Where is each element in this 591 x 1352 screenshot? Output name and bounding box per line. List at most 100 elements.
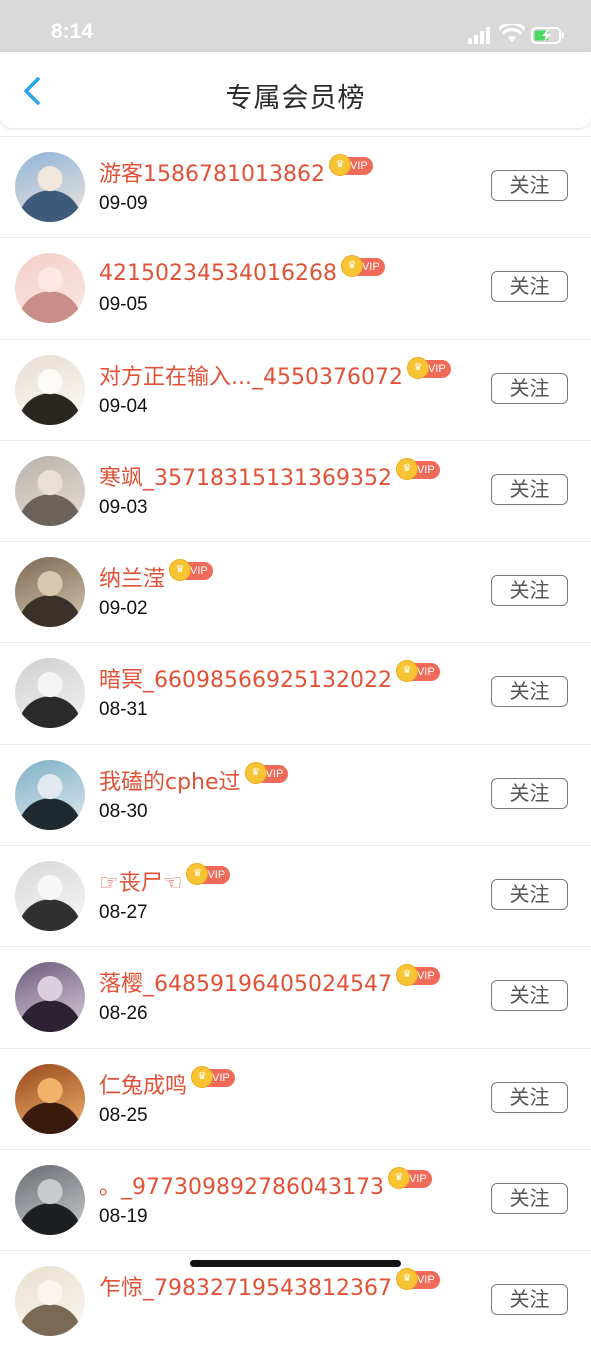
member-date: 08-26: [99, 1003, 148, 1025]
vip-label: VIP: [349, 160, 368, 172]
vip-label: VIP: [427, 362, 446, 375]
member-date: 09-09: [99, 193, 148, 214]
avatar[interactable]: [15, 1266, 85, 1337]
member-date: 09-03: [99, 496, 148, 518]
follow-button[interactable]: 关注: [491, 777, 568, 809]
member-name[interactable]: 仁兔成鸣: [99, 1068, 187, 1100]
crown-icon: ♛: [328, 154, 351, 176]
member-name-line: 42150234534016268 ♛ VIP: [99, 255, 385, 288]
follow-button[interactable]: 关注: [491, 980, 568, 1012]
follow-button[interactable]: 关注: [491, 372, 568, 404]
member-name-line: 我磕的cphe过 ♛ VIP: [99, 761, 289, 796]
member-name[interactable]: 寒飒_35718315131369352: [99, 460, 392, 492]
crown-icon: ♛: [395, 964, 418, 987]
follow-button[interactable]: 关注: [491, 676, 568, 708]
follow-button[interactable]: 关注: [491, 473, 568, 505]
vip-badge: ♛ VIP: [328, 154, 373, 176]
member-list: 游客1586781013862 ♛ VIP 09-09 关注 42150234534016…: [0, 136, 591, 1352]
list-item[interactable]: 游客1586781013862 ♛ VIP 09-09 关注: [0, 136, 591, 237]
avatar[interactable]: [15, 1164, 85, 1235]
follow-button[interactable]: 关注: [491, 1081, 568, 1113]
list-item[interactable]: 我磕的cphe过 ♛ VIP 08-30 关注: [0, 743, 591, 845]
member-name-line: 。_977309892786043173 ♛ VIP: [99, 1166, 432, 1201]
member-date: 08-19: [99, 1205, 148, 1227]
vip-label: VIP: [408, 1172, 427, 1185]
home-indicator: [190, 1260, 401, 1267]
member-name[interactable]: 我磕的cphe过: [99, 764, 241, 796]
member-name-line: 游客1586781013862 ♛ VIP: [99, 154, 373, 188]
wifi-icon: [499, 24, 525, 42]
status-bar: 8:14: [0, 0, 591, 52]
member-name[interactable]: 落樱_64859196405024547: [99, 966, 392, 998]
follow-button[interactable]: 关注: [491, 170, 568, 201]
vip-badge: ♛ VIP: [395, 1268, 440, 1291]
vip-badge: ♛ VIP: [387, 1166, 432, 1189]
list-item[interactable]: ☞丧尸☜ ♛ VIP 08-27 关注: [0, 845, 591, 946]
page-title: 专属会员榜: [225, 83, 366, 114]
follow-button[interactable]: 关注: [491, 1182, 568, 1214]
avatar[interactable]: [15, 557, 85, 628]
vip-label: VIP: [265, 767, 284, 780]
list-item[interactable]: 落樱_64859196405024547 ♛ VIP 08-26 关注: [0, 946, 591, 1047]
list-item[interactable]: 寒飒_35718315131369352 ♛ VIP 09-03 关注: [0, 439, 591, 541]
list-item[interactable]: 仁兔成鸣 ♛ VIP 08-25 关注: [0, 1047, 591, 1149]
list-item[interactable]: 对方正在输入..._4550376072 ♛ VIP 09-04 关注: [0, 338, 591, 440]
vip-badge: ♛ VIP: [406, 356, 451, 379]
follow-button[interactable]: 关注: [491, 575, 568, 607]
member-name-line: 仁兔成鸣 ♛ VIP: [99, 1065, 235, 1100]
avatar[interactable]: [15, 962, 85, 1033]
vip-label: VIP: [212, 1071, 230, 1084]
crown-icon: ♛: [395, 660, 418, 683]
member-name-line: 落樱_64859196405024547 ♛ VIP: [99, 964, 440, 998]
member-name[interactable]: 42150234534016268: [99, 261, 337, 286]
vip-badge: ♛ VIP: [395, 457, 440, 480]
avatar[interactable]: [15, 1063, 85, 1134]
member-date: 09-05: [99, 294, 148, 316]
crown-icon: ♛: [169, 559, 192, 582]
follow-button[interactable]: 关注: [491, 1284, 568, 1316]
member-name-line: 寒飒_35718315131369352 ♛ VIP: [99, 457, 440, 492]
member-name[interactable]: 对方正在输入..._4550376072: [99, 359, 403, 391]
list-item[interactable]: 。_977309892786043173 ♛ VIP 08-19 关注: [0, 1148, 591, 1250]
avatar[interactable]: [15, 455, 85, 526]
crown-icon: ♛: [340, 255, 363, 278]
member-date: 09-02: [99, 598, 148, 620]
member-name[interactable]: 游客1586781013862: [99, 156, 325, 188]
member-name-line: 对方正在输入..._4550376072 ♛ VIP: [99, 356, 451, 391]
avatar[interactable]: [15, 759, 85, 830]
avatar[interactable]: [15, 658, 85, 729]
list-item[interactable]: 纳兰滢 ♛ VIP 09-02 关注: [0, 541, 591, 642]
crown-icon: ♛: [406, 356, 429, 379]
vip-badge: ♛ VIP: [169, 559, 213, 582]
avatar[interactable]: [15, 861, 85, 932]
member-name-line: 乍惊_79832719543812367 ♛ VIP: [99, 1268, 440, 1302]
crown-icon: ♛: [395, 457, 418, 480]
crown-icon: ♛: [191, 1065, 214, 1088]
member-date: 09-04: [99, 395, 148, 417]
member-date: 08-25: [99, 1104, 148, 1126]
avatar[interactable]: [15, 354, 85, 425]
vip-label: VIP: [416, 463, 435, 476]
list-item[interactable]: 暗冥_66098566925132022 ♛ VIP 08-31 关注: [0, 642, 591, 743]
member-name[interactable]: 暗冥_66098566925132022: [99, 662, 392, 694]
member-name[interactable]: 纳兰滢: [99, 561, 165, 593]
vip-badge: ♛ VIP: [395, 964, 440, 987]
member-date: 08-31: [99, 699, 148, 721]
member-name-line: 暗冥_66098566925132022 ♛ VIP: [99, 660, 440, 694]
member-name[interactable]: ☞丧尸☜: [99, 865, 182, 897]
status-time: 8:14: [51, 20, 94, 43]
vip-label: VIP: [361, 261, 380, 274]
vip-badge: ♛ VIP: [186, 863, 231, 886]
member-name[interactable]: 乍惊_79832719543812367: [99, 1270, 392, 1302]
member-name[interactable]: 。_977309892786043173: [99, 1169, 384, 1201]
nav-bar: 专属会员榜: [0, 52, 591, 128]
list-item[interactable]: 42150234534016268 ♛ VIP 09-05 关注: [0, 237, 591, 338]
follow-button[interactable]: 关注: [491, 879, 568, 911]
vip-label: VIP: [190, 565, 208, 578]
avatar[interactable]: [15, 253, 85, 324]
vip-badge: ♛ VIP: [340, 255, 385, 278]
crown-icon: ♛: [186, 863, 209, 886]
follow-button[interactable]: 关注: [491, 271, 568, 303]
avatar[interactable]: [15, 152, 85, 222]
vip-badge: ♛ VIP: [191, 1065, 235, 1088]
